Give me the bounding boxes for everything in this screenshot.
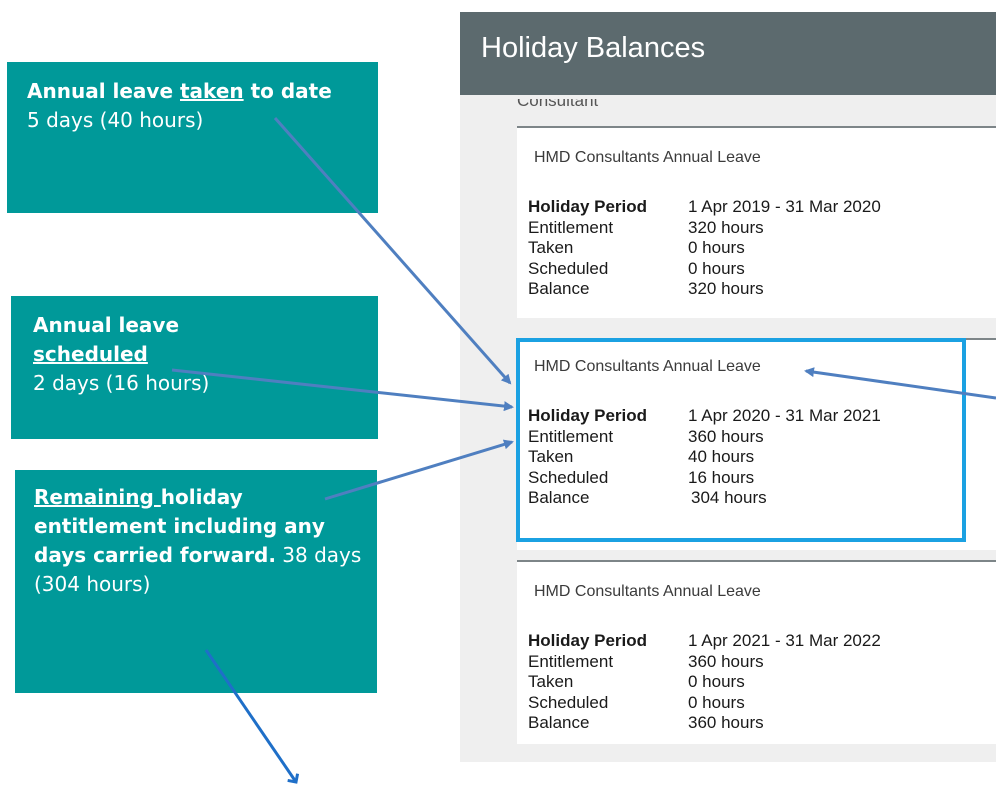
arrow-down	[204, 649, 296, 782]
annotation-arrows	[171, 117, 996, 789]
arrow-scheduled	[171, 368, 514, 412]
arrow-remaining	[324, 439, 514, 501]
arrow-taken	[273, 117, 512, 385]
arrow-card-title	[804, 367, 996, 400]
